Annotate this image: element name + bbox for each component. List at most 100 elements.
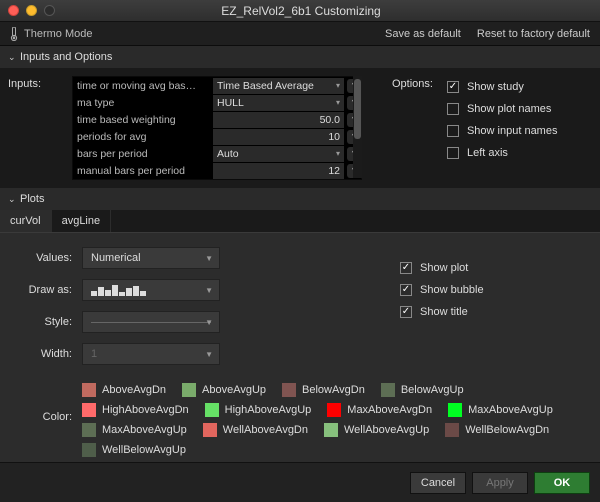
color-swatch[interactable] — [82, 443, 96, 457]
line-style-icon — [91, 322, 211, 323]
cancel-button[interactable]: Cancel — [410, 472, 466, 494]
input-field[interactable]: 10 — [213, 129, 344, 145]
inputs-options-body: Inputs: time or moving avg bas…Time Base… — [0, 68, 600, 188]
input-row: time or moving avg bas…Time Based Averag… — [73, 77, 361, 94]
thermo-mode-label[interactable]: Thermo Mode — [24, 28, 92, 40]
inputs-scrollbar[interactable] — [353, 76, 362, 178]
draw-as-label: Draw as: — [20, 284, 82, 296]
checkbox[interactable] — [447, 103, 459, 115]
color-swatches: AboveAvgDn AboveAvgUp BelowAvgDn BelowAvgUp… — [82, 383, 580, 457]
close-window-button[interactable] — [8, 5, 19, 16]
color-swatch-item: MaxAboveAvgUp — [448, 403, 553, 417]
plot-body: Values: Numerical ▼ Draw as: ▼ Style: — [0, 233, 600, 471]
plot-tabs: curVolavgLine — [0, 210, 600, 232]
color-swatch[interactable] — [448, 403, 462, 417]
save-as-default-link[interactable]: Save as default — [385, 28, 461, 40]
input-name: time or moving avg bas… — [73, 80, 213, 92]
color-swatch-item: AboveAvgDn — [82, 383, 166, 397]
style-label: Style: — [20, 316, 82, 328]
option-row: Show study — [447, 76, 558, 98]
chevron-down-icon: ▾ — [336, 81, 340, 90]
values-select[interactable]: Numerical ▼ — [82, 247, 220, 269]
color-swatch-item: WellBelowAvgDn — [445, 423, 549, 437]
plot-option-row: Show plot — [400, 257, 580, 279]
color-swatch[interactable] — [82, 403, 96, 417]
window-title: EZ_RelVol2_6b1 Customizing — [55, 4, 547, 18]
color-swatch[interactable] — [82, 383, 96, 397]
apply-button[interactable]: Apply — [472, 472, 528, 494]
plot-option-label: Show title — [420, 306, 468, 318]
checkbox[interactable] — [447, 81, 459, 93]
maximize-window-button[interactable] — [44, 5, 55, 16]
color-swatch-label: BelowAvgUp — [401, 384, 464, 396]
checkbox[interactable] — [447, 125, 459, 137]
color-swatch[interactable] — [381, 383, 395, 397]
plot-left-column: Values: Numerical ▼ Draw as: ▼ Style: — [20, 247, 220, 375]
checkbox[interactable] — [400, 284, 412, 296]
chevron-down-icon: ▼ — [205, 286, 213, 295]
color-swatch[interactable] — [327, 403, 341, 417]
color-section: Color: AboveAvgDnAboveAvgUpBelowAvgDnBel… — [20, 383, 580, 457]
color-swatch[interactable] — [205, 403, 219, 417]
input-row: periods for avg10? — [73, 128, 361, 145]
checkbox[interactable] — [447, 147, 459, 159]
input-row: ma typeHULL▾? — [73, 94, 361, 111]
input-select[interactable]: Time Based Average▾ — [213, 78, 344, 94]
plot-option-row: Show title — [400, 301, 580, 323]
color-swatch-item: WellAboveAvgDn — [203, 423, 308, 437]
option-row: Left axis — [447, 142, 558, 164]
color-swatch-label: AboveAvgUp — [202, 384, 266, 396]
input-select[interactable]: Auto▾ — [213, 146, 344, 162]
input-field[interactable]: 12 — [213, 163, 344, 179]
tab-avgline[interactable]: avgLine — [52, 210, 112, 232]
color-swatch[interactable] — [282, 383, 296, 397]
color-swatch-item: BelowAvgUp — [381, 383, 464, 397]
draw-as-select[interactable]: ▼ — [82, 279, 220, 301]
chevron-down-icon: ▾ — [336, 149, 340, 158]
inputs-options-section-header[interactable]: ⌄ Inputs and Options — [0, 46, 600, 68]
ok-button[interactable]: OK — [534, 472, 590, 494]
color-swatch[interactable] — [324, 423, 338, 437]
color-swatch[interactable] — [82, 423, 96, 437]
style-select[interactable]: ▼ — [82, 311, 220, 333]
plot-option-label: Show bubble — [420, 284, 484, 296]
input-row: time based weighting50.0? — [73, 111, 361, 128]
inputs-table: time or moving avg bas…Time Based Averag… — [72, 76, 362, 180]
input-field[interactable]: 50.0 — [213, 112, 344, 128]
input-name: bars per period — [73, 148, 213, 160]
input-name: time based weighting — [73, 114, 213, 126]
plots-section-header[interactable]: ⌄ Plots — [0, 188, 600, 210]
reset-factory-default-link[interactable]: Reset to factory default — [477, 28, 590, 40]
input-select[interactable]: HULL▾ — [213, 95, 344, 111]
color-swatch-item: HighAboveAvgDn — [82, 403, 189, 417]
color-swatch[interactable] — [445, 423, 459, 437]
color-swatch[interactable] — [203, 423, 217, 437]
checkbox[interactable] — [400, 262, 412, 274]
options-column: Options: — [362, 76, 433, 180]
checkbox[interactable] — [400, 306, 412, 318]
window-controls — [8, 5, 55, 16]
input-value: 10 — [328, 131, 340, 143]
width-select-value: 1 — [91, 348, 97, 360]
input-row: bars per periodAuto▾? — [73, 145, 361, 162]
chevron-down-icon: ⌄ — [8, 52, 16, 63]
chevron-down-icon: ▾ — [336, 98, 340, 107]
input-name: ma type — [73, 97, 213, 109]
option-row: Show input names — [447, 120, 558, 142]
minimize-window-button[interactable] — [26, 5, 37, 16]
color-swatch-item: MaxAboveAvgDn — [327, 403, 432, 417]
tab-curvol[interactable]: curVol — [0, 210, 52, 232]
color-swatch-item: HighAboveAvgUp — [205, 403, 312, 417]
color-swatch-label: MaxAboveAvgUp — [468, 404, 553, 416]
section-title: Plots — [20, 193, 44, 205]
width-label: Width: — [20, 348, 82, 360]
width-select[interactable]: 1 ▼ — [82, 343, 220, 365]
color-swatch-label: BelowAvgDn — [302, 384, 365, 396]
input-value: 12 — [328, 165, 340, 177]
color-swatch-label: WellAboveAvgDn — [223, 424, 308, 436]
scrollbar-thumb[interactable] — [354, 79, 361, 139]
chevron-down-icon: ▼ — [205, 254, 213, 263]
color-swatch[interactable] — [182, 383, 196, 397]
color-swatch-label: MaxAboveAvgUp — [102, 424, 187, 436]
color-swatch-item: BelowAvgDn — [282, 383, 365, 397]
